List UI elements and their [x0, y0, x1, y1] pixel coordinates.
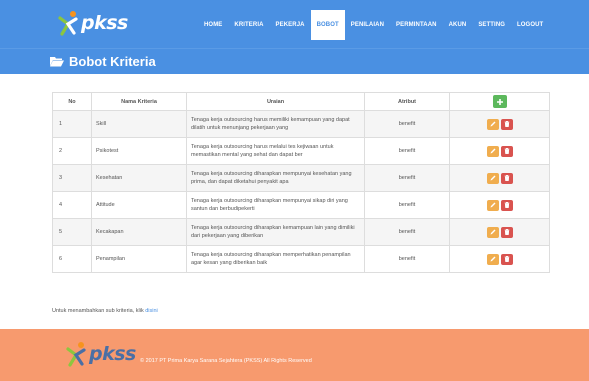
delete-button[interactable]: [500, 118, 513, 130]
col-header-actions: [449, 92, 550, 111]
cell-atribut: benefit: [364, 137, 450, 165]
cell-no: 1: [52, 110, 92, 138]
nav-pekerja[interactable]: PEKERJA: [270, 10, 311, 40]
add-button[interactable]: [492, 95, 507, 108]
cell-no: 5: [52, 218, 92, 246]
trash-icon: [504, 229, 509, 235]
cell-atribut: benefit: [364, 218, 450, 246]
cell-actions: [449, 218, 550, 246]
edit-button[interactable]: [486, 118, 499, 130]
cell-no: 2: [52, 137, 92, 165]
cell-actions: [449, 164, 550, 192]
nav-logout[interactable]: LOGOUT: [511, 10, 549, 40]
cell-no: 4: [52, 191, 92, 219]
trash-icon: [504, 202, 509, 208]
cell-nama: Kecakapan: [91, 218, 187, 246]
cell-uraian: Tenaga kerja outsourcing diharapkan memp…: [186, 164, 365, 192]
pencil-icon: [490, 175, 495, 181]
cell-no: 6: [52, 245, 92, 273]
copyright-text: © 2017 PT Prima Karya Sarana Sejahtera (…: [140, 358, 312, 364]
pencil-icon: [490, 148, 495, 154]
delete-button[interactable]: [500, 199, 513, 211]
footer-logo-text: pkss: [89, 343, 136, 365]
note-link[interactable]: disini: [145, 308, 158, 314]
table-row: 4 Attitude Tenaga kerja outsourcing diha…: [52, 191, 550, 219]
trash-icon: [504, 256, 509, 262]
trash-icon: [504, 148, 509, 154]
col-header-atribut: Atribut: [364, 92, 450, 111]
cell-atribut: benefit: [364, 191, 450, 219]
cell-uraian: Tenaga kerja outsourcing diharapkan kema…: [186, 218, 365, 246]
footer: pkss: [0, 329, 589, 381]
table-row: 5 Kecakapan Tenaga kerja outsourcing dih…: [52, 218, 550, 246]
edit-button[interactable]: [486, 226, 499, 238]
logo-text: pkss: [81, 12, 128, 34]
table-row: 2 Psikotest Tenaga kerja outsourcing har…: [52, 137, 550, 165]
cell-nama: Penampilan: [91, 245, 187, 273]
pencil-icon: [490, 229, 495, 235]
table-row: 3 Kesehatan Tenaga kerja outsourcing dih…: [52, 164, 550, 192]
footer-logo: pkss: [66, 341, 136, 367]
sub-criteria-note: Untuk menambahkan sub kriteria, klik dis…: [52, 308, 158, 314]
pencil-icon: [490, 256, 495, 262]
cell-uraian: Tenaga kerja outsourcing harus melalui t…: [186, 137, 365, 165]
cell-uraian: Tenaga kerja outsourcing harus memiliki …: [186, 110, 365, 138]
col-header-nama: Nama Kriteria: [91, 92, 187, 111]
cell-atribut: benefit: [364, 110, 450, 138]
cell-uraian: Tenaga kerja outsourcing diharapkan memp…: [186, 245, 365, 273]
cell-nama: Attitude: [91, 191, 187, 219]
logo-mark-icon: [58, 11, 78, 36]
trash-icon: [504, 121, 509, 127]
edit-button[interactable]: [486, 145, 499, 157]
cell-no: 3: [52, 164, 92, 192]
nav-bobot[interactable]: BOBOT: [310, 10, 345, 40]
edit-button[interactable]: [486, 172, 499, 184]
table-row: 1 Skill Tenaga kerja outsourcing harus m…: [52, 110, 550, 138]
header-logo[interactable]: pkss: [58, 8, 128, 38]
delete-button[interactable]: [500, 253, 513, 265]
table-header-row: No Nama Kriteria Uraian Atribut: [52, 92, 550, 111]
col-header-no: No: [52, 92, 92, 111]
cell-actions: [449, 191, 550, 219]
table-row: 6 Penampilan Tenaga kerja outsourcing di…: [52, 245, 550, 273]
main-nav: HOME KRITERIA PEKERJA BOBOT PENILAIAN PE…: [198, 10, 549, 40]
nav-permintaan[interactable]: PERMINTAAN: [390, 10, 443, 40]
pencil-icon: [490, 202, 495, 208]
cell-actions: [449, 110, 550, 138]
cell-atribut: benefit: [364, 245, 450, 273]
cell-atribut: benefit: [364, 164, 450, 192]
nav-penilaian[interactable]: PENILAIAN: [345, 10, 390, 40]
cell-uraian: Tenaga kerja outsourcing diharapkan memp…: [186, 191, 365, 219]
nav-kriteria[interactable]: KRITERIA: [228, 10, 269, 40]
cell-actions: [449, 137, 550, 165]
page-title: Bobot Kriteria: [69, 54, 156, 69]
top-navbar: pkss HOME KRITERIA PEKERJA BOBOT PENILAI…: [0, 0, 589, 48]
trash-icon: [504, 175, 509, 181]
pencil-icon: [490, 121, 495, 127]
delete-button[interactable]: [500, 226, 513, 238]
edit-button[interactable]: [486, 199, 499, 211]
logo-mark-icon: [66, 342, 86, 367]
cell-actions: [449, 245, 550, 273]
cell-nama: Kesehatan: [91, 164, 187, 192]
col-header-uraian: Uraian: [186, 92, 365, 111]
cell-nama: Skill: [91, 110, 187, 138]
delete-button[interactable]: [500, 172, 513, 184]
delete-button[interactable]: [500, 145, 513, 157]
criteria-table-container: No Nama Kriteria Uraian Atribut 1 Skill …: [52, 92, 550, 273]
nav-setting[interactable]: SETTING: [472, 10, 511, 40]
note-text: Untuk menambahkan sub kriteria, klik: [52, 308, 144, 314]
nav-akun[interactable]: AKUN: [443, 10, 473, 40]
plus-icon: [496, 98, 503, 105]
nav-home[interactable]: HOME: [198, 10, 228, 40]
folder-open-icon: [50, 57, 64, 67]
page-header: Bobot Kriteria: [0, 48, 589, 74]
criteria-table: No Nama Kriteria Uraian Atribut 1 Skill …: [52, 92, 550, 273]
cell-nama: Psikotest: [91, 137, 187, 165]
edit-button[interactable]: [486, 253, 499, 265]
